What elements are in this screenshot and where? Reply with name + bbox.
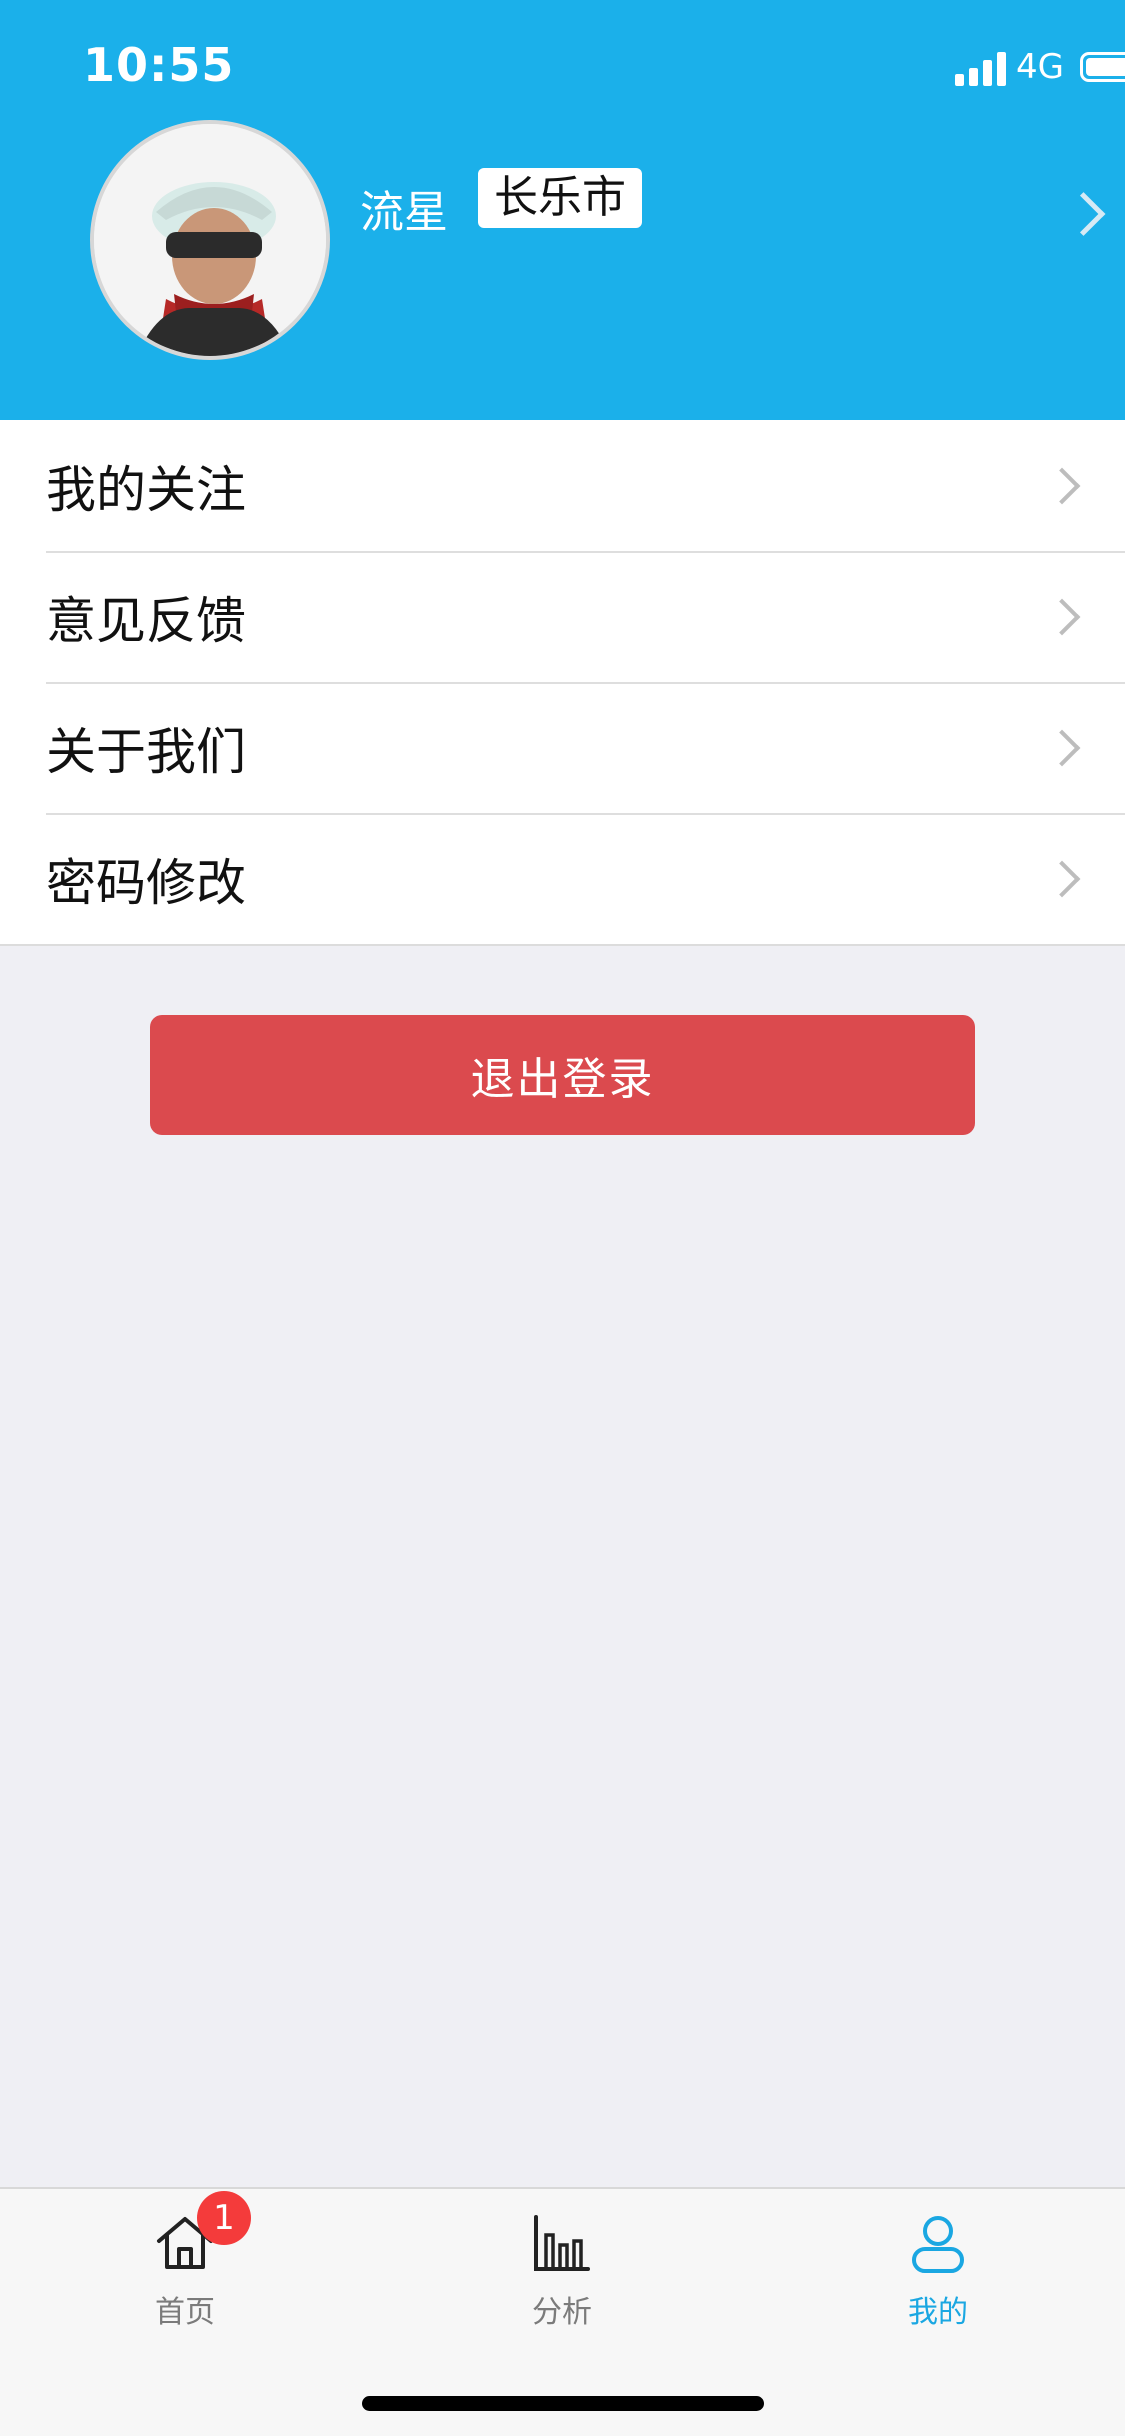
network-label: 4G (1016, 47, 1064, 87)
chevron-right-icon (1043, 860, 1081, 897)
chevron-right-icon (1043, 467, 1081, 504)
menu-item-label: 关于我们 (46, 722, 246, 781)
user-icon (906, 2211, 970, 2275)
menu-item-label: 密码修改 (46, 853, 246, 912)
chevron-right-icon (1043, 598, 1081, 635)
city-badge: 长乐市 (478, 168, 642, 228)
menu-item-follow[interactable]: 我的关注 (0, 420, 1125, 551)
chevron-right-icon (1043, 729, 1081, 766)
tab-analysis[interactable]: 分析 (462, 2211, 662, 2331)
tab-label: 分析 (532, 2295, 592, 2330)
user-name: 流星 (360, 187, 448, 238)
signal-icon (955, 50, 1007, 86)
menu-item-feedback[interactable]: 意见反馈 (0, 551, 1125, 682)
status-bar: 10:55 4G (0, 0, 1125, 135)
profile-page: 10:55 4G 流星 长乐市 我的关注 意见反馈 关于我们 密码修改 退出登录… (0, 0, 1125, 2436)
home-icon: 1 (153, 2191, 251, 2275)
menu-item-label: 我的关注 (46, 460, 246, 519)
tab-label: 我的 (908, 2295, 968, 2330)
menu-item-password[interactable]: 密码修改 (0, 813, 1125, 944)
menu-item-about[interactable]: 关于我们 (0, 682, 1125, 813)
home-indicator[interactable] (362, 2396, 764, 2411)
menu-item-label: 意见反馈 (46, 591, 246, 650)
tab-home[interactable]: 1 首页 (85, 2191, 285, 2331)
profile-header: 10:55 4G 流星 长乐市 (0, 0, 1125, 420)
menu-list: 我的关注 意见反馈 关于我们 密码修改 (0, 420, 1125, 946)
chart-icon (530, 2211, 594, 2275)
tab-label: 首页 (155, 2295, 215, 2330)
notification-badge: 1 (197, 2191, 251, 2245)
status-time: 10:55 (83, 38, 235, 92)
avatar-image (94, 124, 326, 356)
tab-mine[interactable]: 我的 (838, 2211, 1038, 2331)
logout-button[interactable]: 退出登录 (150, 1015, 975, 1135)
avatar[interactable] (90, 120, 330, 360)
chevron-right-icon[interactable] (1061, 192, 1106, 236)
battery-icon (1080, 52, 1125, 82)
